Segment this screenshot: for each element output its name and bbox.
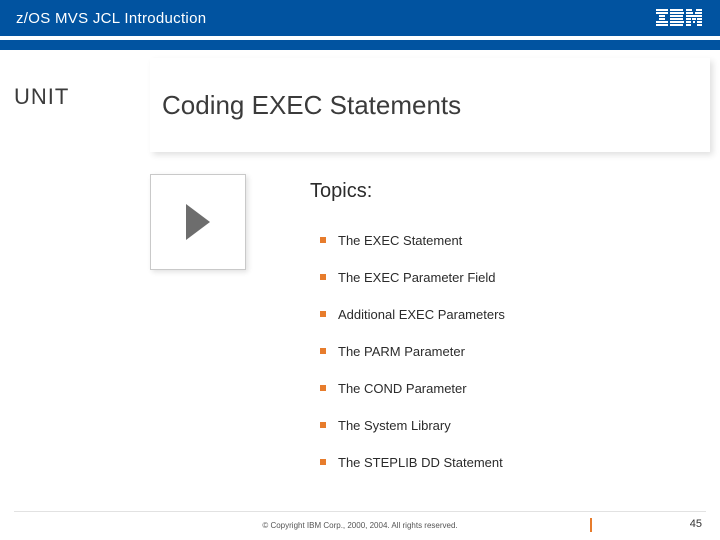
footer-divider (14, 511, 706, 512)
list-item: The COND Parameter (320, 370, 690, 407)
copyright-text: © Copyright IBM Corp., 2000, 2004. All r… (0, 521, 720, 530)
list-item: The PARM Parameter (320, 333, 690, 370)
list-item: Additional EXEC Parameters (320, 296, 690, 333)
ibm-logo (656, 9, 702, 27)
unit-label-box: UNIT (0, 58, 150, 152)
slide: z/OS MVS JCL Introduction (0, 0, 720, 540)
title-box: Coding EXEC Statements (150, 58, 710, 152)
page-number: 45 (690, 518, 702, 530)
unit-label-text: UNIT (14, 84, 69, 110)
page-title: Coding EXEC Statements (162, 90, 461, 121)
header-bar: z/OS MVS JCL Introduction (0, 0, 720, 38)
list-item: The EXEC Parameter Field (320, 259, 690, 296)
ibm-logo-icon (656, 9, 702, 27)
footer-accent (590, 518, 592, 532)
topics-list: The EXEC Statement The EXEC Parameter Fi… (320, 222, 690, 481)
subheader-strip (0, 40, 720, 50)
header-title: z/OS MVS JCL Introduction (16, 10, 206, 27)
play-box (150, 174, 246, 270)
list-item: The System Library (320, 407, 690, 444)
list-item: The EXEC Statement (320, 222, 690, 259)
list-item: The STEPLIB DD Statement (320, 444, 690, 481)
topics-heading: Topics: (310, 180, 372, 203)
play-icon (186, 204, 210, 240)
